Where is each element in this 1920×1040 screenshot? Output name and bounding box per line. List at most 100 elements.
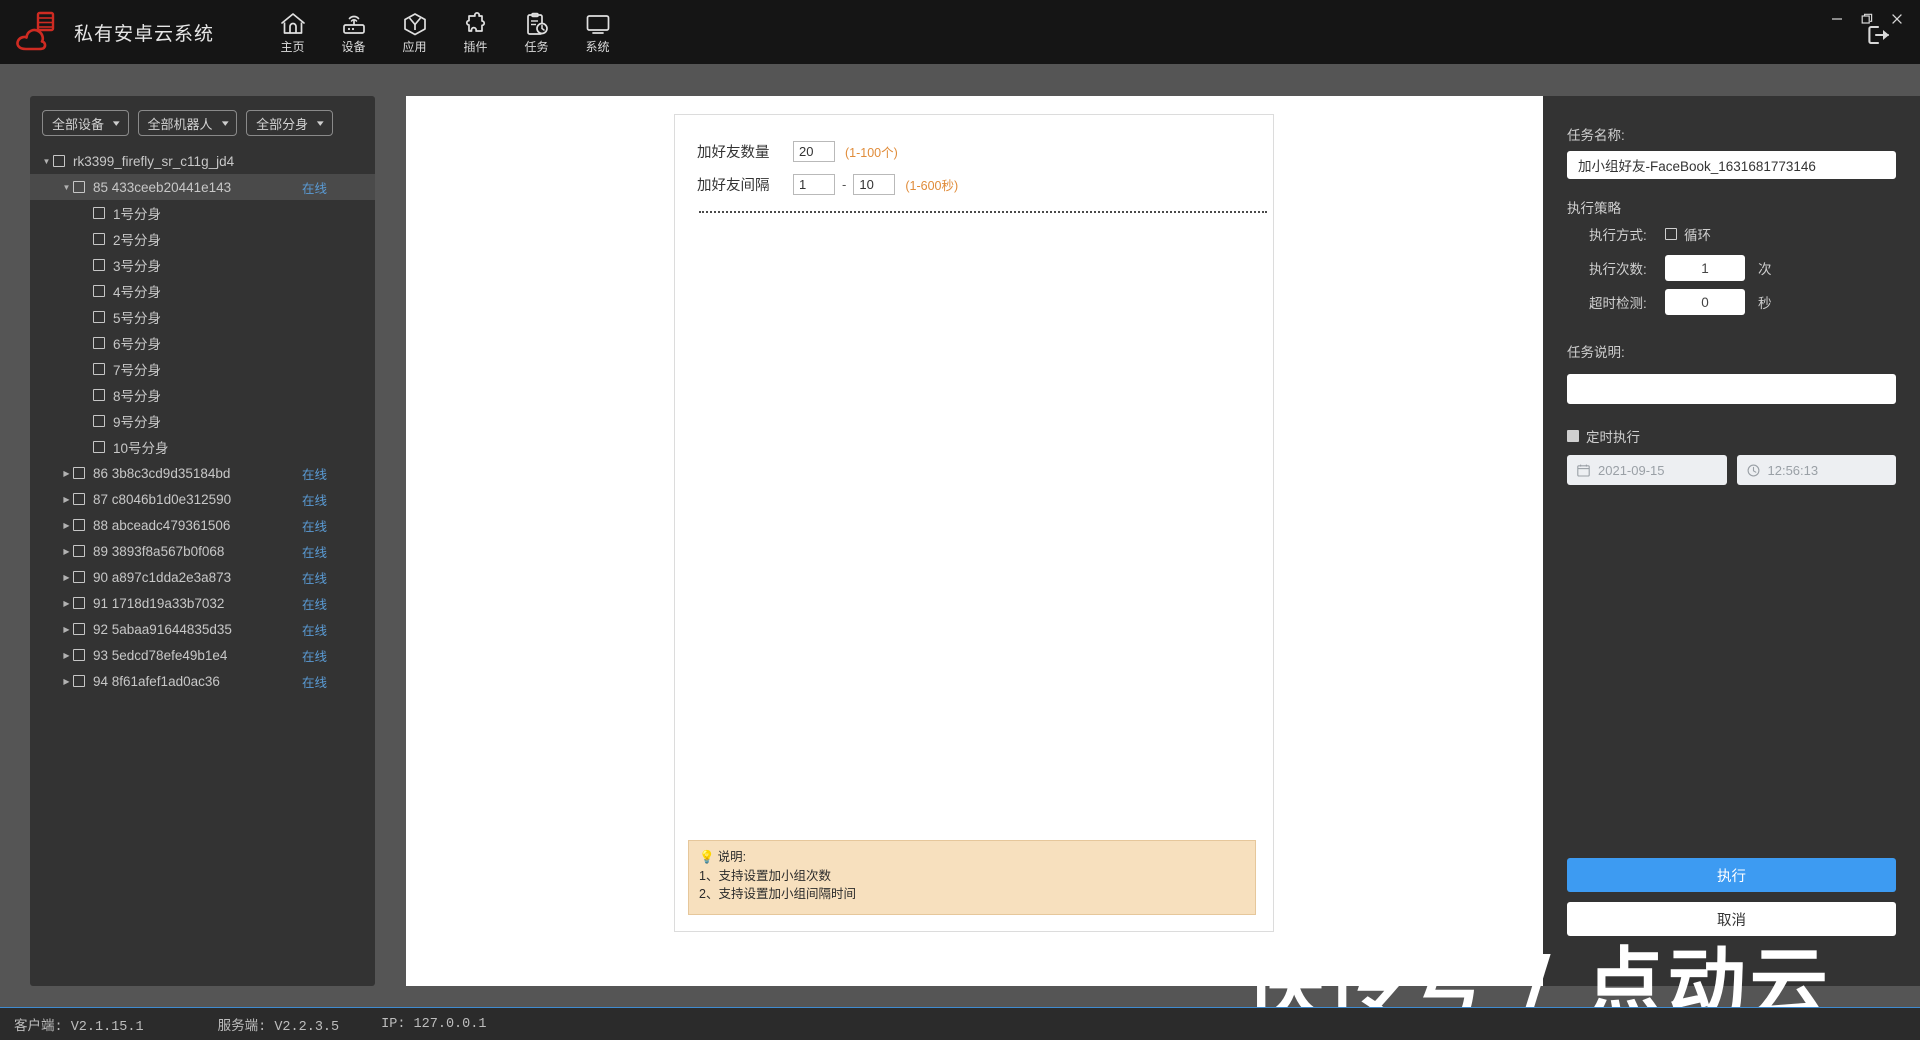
- maximize-button[interactable]: [1852, 6, 1882, 32]
- timeout-row: 超时检测: 秒: [1589, 285, 1896, 319]
- tree-row-label: 9号分身: [113, 415, 162, 430]
- tree-row-checkbox[interactable]: [93, 285, 105, 297]
- tree-row[interactable]: ▼ rk3399_firefly_sr_c11g_jd4: [30, 148, 375, 174]
- tree-row-checkbox[interactable]: [93, 233, 105, 245]
- tree-row[interactable]: ▶ 92 5abaa91644835d35 在线: [30, 616, 375, 642]
- tree-row-checkbox[interactable]: [93, 389, 105, 401]
- tree-expand-down-icon[interactable]: ▼: [60, 183, 73, 192]
- nav-label-device: 设备: [341, 40, 366, 54]
- tree-expand-right-icon[interactable]: ▶: [60, 495, 73, 504]
- timeout-unit: 秒: [1758, 296, 1772, 311]
- tree-expand-right-icon[interactable]: ▶: [60, 469, 73, 478]
- tree-row-checkbox[interactable]: [73, 467, 85, 479]
- tree-expand-right-icon[interactable]: ▶: [60, 521, 73, 530]
- tree-expand-down-icon[interactable]: ▼: [40, 157, 53, 166]
- tree-expand-right-icon[interactable]: ▶: [60, 547, 73, 556]
- form-divider: [699, 211, 1267, 213]
- tree-expand-right-icon[interactable]: ▶: [60, 625, 73, 634]
- execution-times-input[interactable]: [1665, 255, 1745, 281]
- tree-row-checkbox[interactable]: [73, 181, 85, 193]
- nav-item-app[interactable]: 应用: [384, 5, 445, 63]
- tree-row-checkbox[interactable]: [73, 623, 85, 635]
- task-description-input[interactable]: [1567, 374, 1896, 404]
- task-name-input[interactable]: [1567, 151, 1896, 179]
- friend-interval-max-input[interactable]: [853, 174, 896, 195]
- tree-row[interactable]: 3号分身: [30, 252, 375, 278]
- tree-row[interactable]: 6号分身: [30, 330, 375, 356]
- filter-all-robots[interactable]: 全部机器人 ▾: [137, 110, 238, 136]
- tree-row[interactable]: ▶ 87 c8046b1d0e312590 在线: [30, 486, 375, 512]
- loop-checkbox[interactable]: [1665, 228, 1677, 240]
- tree-row[interactable]: ▼ 85 433ceeb20441e143 在线: [30, 174, 375, 200]
- friend-interval-label: 加好友间隔: [697, 178, 770, 194]
- task-config-card: 加好友数量 (1-100个) 加好友间隔 - (1-600秒) 💡说明: 1、支…: [674, 114, 1274, 932]
- tree-row-label: 90 a897c1dda2e3a873: [93, 569, 232, 585]
- execute-button[interactable]: 执行: [1567, 858, 1896, 892]
- tree-row[interactable]: 2号分身: [30, 226, 375, 252]
- execution-mode-row: 执行方式: 循环: [1589, 217, 1896, 251]
- tree-row[interactable]: ▶ 94 8f61afef1ad0ac36 在线: [30, 668, 375, 694]
- tree-expand-right-icon[interactable]: ▶: [60, 677, 73, 686]
- close-button[interactable]: [1882, 6, 1912, 32]
- schedule-date-picker[interactable]: 2021-09-15: [1567, 455, 1727, 485]
- tree-row[interactable]: 7号分身: [30, 356, 375, 382]
- filter-all-clones[interactable]: 全部分身 ▾: [246, 110, 333, 136]
- tree-row[interactable]: 8号分身: [30, 382, 375, 408]
- tree-row[interactable]: 10号分身: [30, 434, 375, 460]
- nav-item-home[interactable]: 主页: [262, 5, 323, 63]
- tree-row-checkbox[interactable]: [53, 155, 65, 167]
- clock-icon: [1747, 464, 1759, 476]
- nav-item-system[interactable]: 系统: [567, 5, 628, 63]
- tree-row[interactable]: 1号分身: [30, 200, 375, 226]
- friend-count-input[interactable]: [793, 141, 835, 162]
- tree-row-checkbox[interactable]: [73, 493, 85, 505]
- clipboard-clock-icon: [524, 9, 550, 38]
- tree-row-checkbox[interactable]: [93, 415, 105, 427]
- minimize-button[interactable]: [1822, 6, 1852, 32]
- tree-row[interactable]: ▶ 91 1718d19a33b7032 在线: [30, 590, 375, 616]
- tree-expand-right-icon[interactable]: ▶: [60, 599, 73, 608]
- tree-row-status: 在线: [301, 181, 327, 196]
- tree-expand-right-icon[interactable]: ▶: [60, 651, 73, 660]
- tree-row[interactable]: ▶ 88 abceadc479361506 在线: [30, 512, 375, 538]
- tree-row-checkbox[interactable]: [93, 441, 105, 453]
- tree-row-checkbox[interactable]: [73, 545, 85, 557]
- tree-row[interactable]: ▶ 90 a897c1dda2e3a873 在线: [30, 564, 375, 590]
- scheduled-execution-checkbox[interactable]: [1567, 430, 1579, 442]
- tree-expand-right-icon[interactable]: ▶: [60, 573, 73, 582]
- tree-row-checkbox[interactable]: [73, 649, 85, 661]
- tree-row[interactable]: ▶ 93 5edcd78efe49b1e4 在线: [30, 642, 375, 668]
- tree-row-status: 在线: [301, 675, 327, 690]
- cube-icon: [402, 9, 428, 38]
- filter-all-devices[interactable]: 全部设备 ▾: [42, 110, 129, 136]
- filter-bar: 全部设备 ▾ 全部机器人 ▾ 全部分身 ▾: [30, 96, 375, 144]
- tree-row-checkbox[interactable]: [73, 519, 85, 531]
- tree-row[interactable]: 4号分身: [30, 278, 375, 304]
- tree-row-label: 94 8f61afef1ad0ac36: [93, 673, 220, 689]
- timeout-input[interactable]: [1665, 289, 1745, 315]
- tree-row[interactable]: 9号分身: [30, 408, 375, 434]
- nav-item-plugin[interactable]: 插件: [445, 5, 506, 63]
- schedule-time-picker[interactable]: 12:56:13: [1736, 455, 1896, 485]
- tree-row-checkbox[interactable]: [93, 207, 105, 219]
- tree-row-status: 在线: [301, 571, 327, 586]
- tree-row[interactable]: 5号分身: [30, 304, 375, 330]
- friend-interval-min-input[interactable]: [793, 174, 835, 195]
- tree-row-checkbox[interactable]: [93, 311, 105, 323]
- tree-row[interactable]: ▶ 89 3893f8a567b0f068 在线: [30, 538, 375, 564]
- maximize-icon: [1861, 13, 1873, 24]
- tree-row-checkbox[interactable]: [93, 363, 105, 375]
- tree-row-checkbox[interactable]: [73, 597, 85, 609]
- app-title: 私有安卓云系统: [74, 23, 215, 45]
- note-line-2: 2、支持设置加小组间隔时间: [699, 887, 856, 902]
- nav-item-task[interactable]: 任务: [506, 5, 567, 63]
- tree-row-checkbox[interactable]: [93, 337, 105, 349]
- nav-item-device[interactable]: 设备: [323, 5, 384, 63]
- tree-row[interactable]: ▶ 86 3b8c3cd9d35184bd 在线: [30, 460, 375, 486]
- tree-row-checkbox[interactable]: [93, 259, 105, 271]
- task-settings-panel: 任务名称: 执行策略 执行方式: 循环 执行次数: 次 超时检测: 秒 任务说明…: [1543, 96, 1920, 986]
- tree-row-checkbox[interactable]: [73, 571, 85, 583]
- cancel-button[interactable]: 取消: [1567, 902, 1896, 936]
- tree-row-checkbox[interactable]: [73, 675, 85, 687]
- nav-label-plugin: 插件: [463, 40, 488, 54]
